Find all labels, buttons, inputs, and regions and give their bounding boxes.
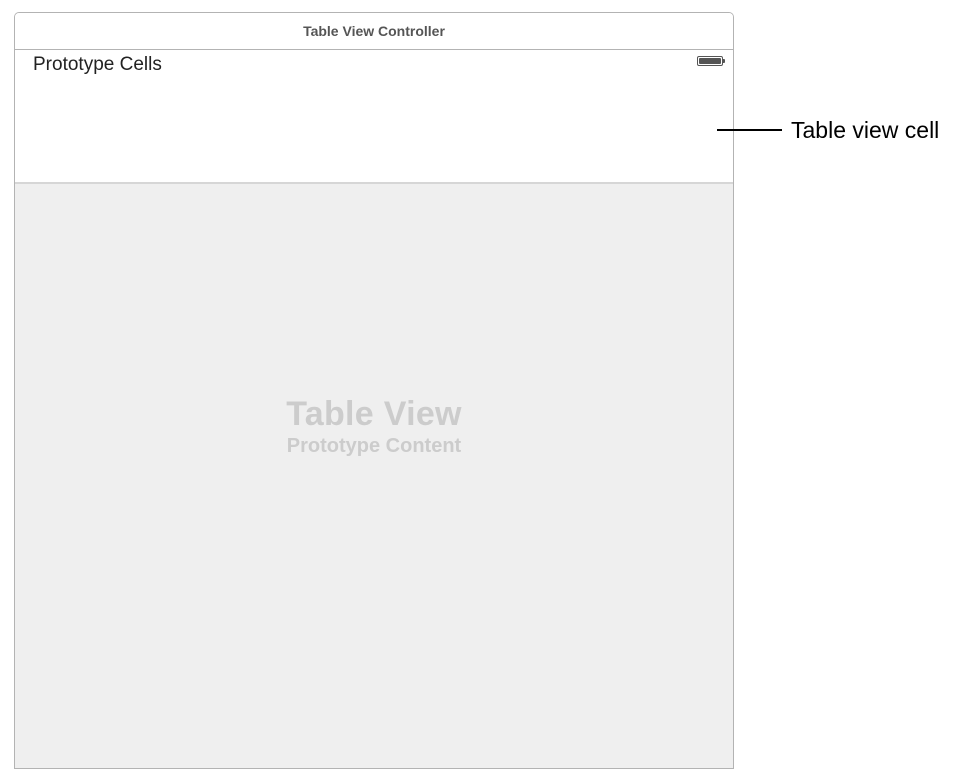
prototype-cells-label: Prototype Cells [33, 54, 162, 75]
callout-label: Table view cell [791, 117, 940, 143]
battery-icon [697, 56, 725, 66]
table-view-placeholder: Table View Prototype Content [15, 395, 733, 458]
prototype-cell[interactable]: Prototype Cells [15, 50, 733, 184]
table-view-controller-scene[interactable]: Table View Controller Prototype Cells Ta… [14, 12, 734, 769]
placeholder-title: Table View [286, 395, 462, 433]
placeholder-subtitle: Prototype Content [286, 435, 462, 458]
scene-title-bar[interactable]: Table View Controller [15, 13, 733, 50]
callout-line [717, 129, 782, 131]
scene-title: Table View Controller [303, 23, 445, 39]
